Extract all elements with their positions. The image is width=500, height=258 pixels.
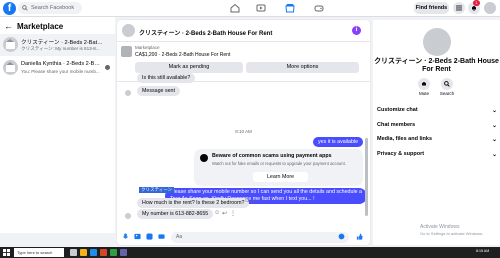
react-icon[interactable]: ☺ <box>214 210 220 216</box>
more-icon[interactable]: ⋮ <box>260 198 266 205</box>
taskbar-search-input[interactable]: Type here to search <box>14 248 64 257</box>
file-explorer-icon[interactable] <box>80 249 87 256</box>
privacy-support-row[interactable]: Privacy & support ⌄ <box>377 151 497 158</box>
bell-icon <box>422 82 426 86</box>
more-icon[interactable]: ⋮ <box>230 210 236 217</box>
shield-icon <box>200 154 208 162</box>
top-bar: f Search Facebook Find friends 1 <box>0 0 500 17</box>
listing-price[interactable]: CA$1,200 · 2-Beds 2-Bath House For Rent <box>135 52 230 58</box>
chat-header: クリスティーン · 2-Beds 2-Bath House For Rent i <box>117 20 370 42</box>
mark-pending-button[interactable]: Mark as pending <box>135 62 243 73</box>
media-files-links-row[interactable]: Media, files and links ⌄ <box>377 136 497 143</box>
home-icon[interactable] <box>230 3 240 13</box>
task-view-icon[interactable] <box>70 249 77 256</box>
conversation-details-panel: クリスティーン · 2-Beds 2-Bath House For Rent M… <box>373 20 500 245</box>
conversation-preview: クリスティーン: My number is 613-8... <box>21 46 100 51</box>
sidebar-title: ← Marketplace <box>4 21 64 31</box>
avatar <box>3 60 18 75</box>
search-icon <box>22 5 28 11</box>
menu-button[interactable] <box>453 2 465 14</box>
facebook-logo[interactable]: f <box>3 2 16 15</box>
avatar[interactable] <box>423 28 451 56</box>
notification-badge: 1 <box>473 0 480 6</box>
emoji-icon[interactable] <box>338 233 345 240</box>
chat-title[interactable]: クリスティーン · 2-Beds 2-Bath House For Rent <box>139 28 272 37</box>
activate-windows-title: Activate Windows <box>420 224 460 230</box>
conversation-preview: You: Please share your mobile numb... <box>21 69 100 74</box>
find-friends-button[interactable]: Find friends <box>414 2 449 14</box>
conversation-name: Daniella Kynthia · 2-Beds 2-Bath H... <box>21 61 103 67</box>
video-icon[interactable] <box>256 3 266 13</box>
teams-icon[interactable] <box>120 249 127 256</box>
conversation-name: クリスティーン · 2-Beds 2-Bath H... <box>21 40 103 46</box>
sender-name: クリスティーン <box>139 187 175 193</box>
conversation-sidebar: ← Marketplace クリスティーン · 2-Beds 2-Bath H.… <box>0 17 115 233</box>
sender-avatar <box>125 90 131 96</box>
clock: 8:15 AM <box>476 249 490 253</box>
chevron-down-icon: ⌄ <box>491 152 497 158</box>
reply-icon[interactable]: ↩ <box>252 198 257 205</box>
edge-browser-icon[interactable] <box>90 249 97 256</box>
avatar <box>3 37 18 52</box>
message-composer: Aa <box>117 230 370 245</box>
microphone-icon[interactable] <box>122 233 129 240</box>
conversation-item[interactable]: クリスティーン · 2-Beds 2-Bath H... クリスティーン: My… <box>0 34 115 56</box>
listing-thumbnail[interactable] <box>121 46 132 57</box>
gaming-icon[interactable] <box>314 3 324 13</box>
search-in-conversation-button[interactable] <box>441 78 453 90</box>
more-options-button[interactable]: More options <box>246 62 359 73</box>
activate-windows-subtitle: Go to Settings to activate Windows. <box>420 231 484 236</box>
scrollbar[interactable] <box>365 138 368 216</box>
taskbar: Type here to search 8:15 AM <box>0 247 500 258</box>
photo-icon[interactable] <box>134 233 141 240</box>
message-bubble[interactable]: How much is the rent? Is these 2 bedroom… <box>137 198 250 208</box>
office-icon[interactable] <box>100 249 107 256</box>
sender-avatar <box>125 213 131 219</box>
message-line: Please share your mobile number so I can… <box>170 189 362 195</box>
search-placeholder: Search Facebook <box>31 5 75 11</box>
reply-icon[interactable]: ↩ <box>222 210 227 217</box>
conversation-item[interactable]: Daniella Kynthia · 2-Beds 2-Bath H... Yo… <box>0 57 115 79</box>
chevron-down-icon: ⌄ <box>491 123 497 129</box>
chrome-browser-icon[interactable] <box>110 249 117 256</box>
avatar[interactable] <box>122 24 135 37</box>
windows-start-icon[interactable] <box>3 249 10 256</box>
message-input[interactable]: Aa <box>171 232 349 243</box>
chevron-down-icon: ⌄ <box>491 137 497 143</box>
listing-label: Marketplace <box>135 45 160 50</box>
thumbs-up-icon[interactable] <box>356 233 363 240</box>
marketplace-icon[interactable] <box>285 3 295 13</box>
scam-warning-body: Watch out for fake emails or requests to… <box>212 161 346 166</box>
chevron-down-icon: ⌄ <box>491 108 497 114</box>
message-timestamp: 8:10 AM <box>235 129 252 134</box>
contact-name: クリスティーン · 2-Beds 2-Bath House For Rent <box>374 58 499 73</box>
message-bubble[interactable]: My number is 613-882-8655 <box>137 209 214 219</box>
message-bubble[interactable]: Is this still available? <box>137 73 196 83</box>
mute-button[interactable] <box>418 78 430 90</box>
sticker-icon[interactable] <box>146 233 153 240</box>
customize-chat-row[interactable]: Customize chat ⌄ <box>377 107 497 114</box>
message-bubble[interactable]: Message sent <box>137 86 180 96</box>
chat-members-row[interactable]: Chat members ⌄ <box>377 122 497 129</box>
search-label: Search <box>439 91 455 96</box>
grid-menu-icon <box>456 5 462 11</box>
gif-icon[interactable] <box>158 233 165 240</box>
outgoing-message-bubble[interactable]: yes it is available <box>313 137 364 147</box>
react-icon[interactable]: ☺ <box>244 198 250 204</box>
mute-label: Mute <box>418 91 429 96</box>
scam-warning-title: Beware of common scams using payment app… <box>212 153 332 159</box>
info-icon[interactable]: i <box>352 26 361 35</box>
scam-warning-card: Beware of common scams using payment app… <box>194 149 363 186</box>
learn-more-button[interactable]: Learn More <box>253 172 308 182</box>
seen-avatar <box>105 65 110 70</box>
search-icon <box>444 81 450 87</box>
chat-panel: クリスティーン · 2-Beds 2-Bath House For Rent i… <box>117 20 370 245</box>
search-input[interactable]: Search Facebook <box>18 2 82 14</box>
profile-avatar[interactable] <box>484 2 496 14</box>
back-arrow-icon[interactable]: ← <box>4 21 13 31</box>
